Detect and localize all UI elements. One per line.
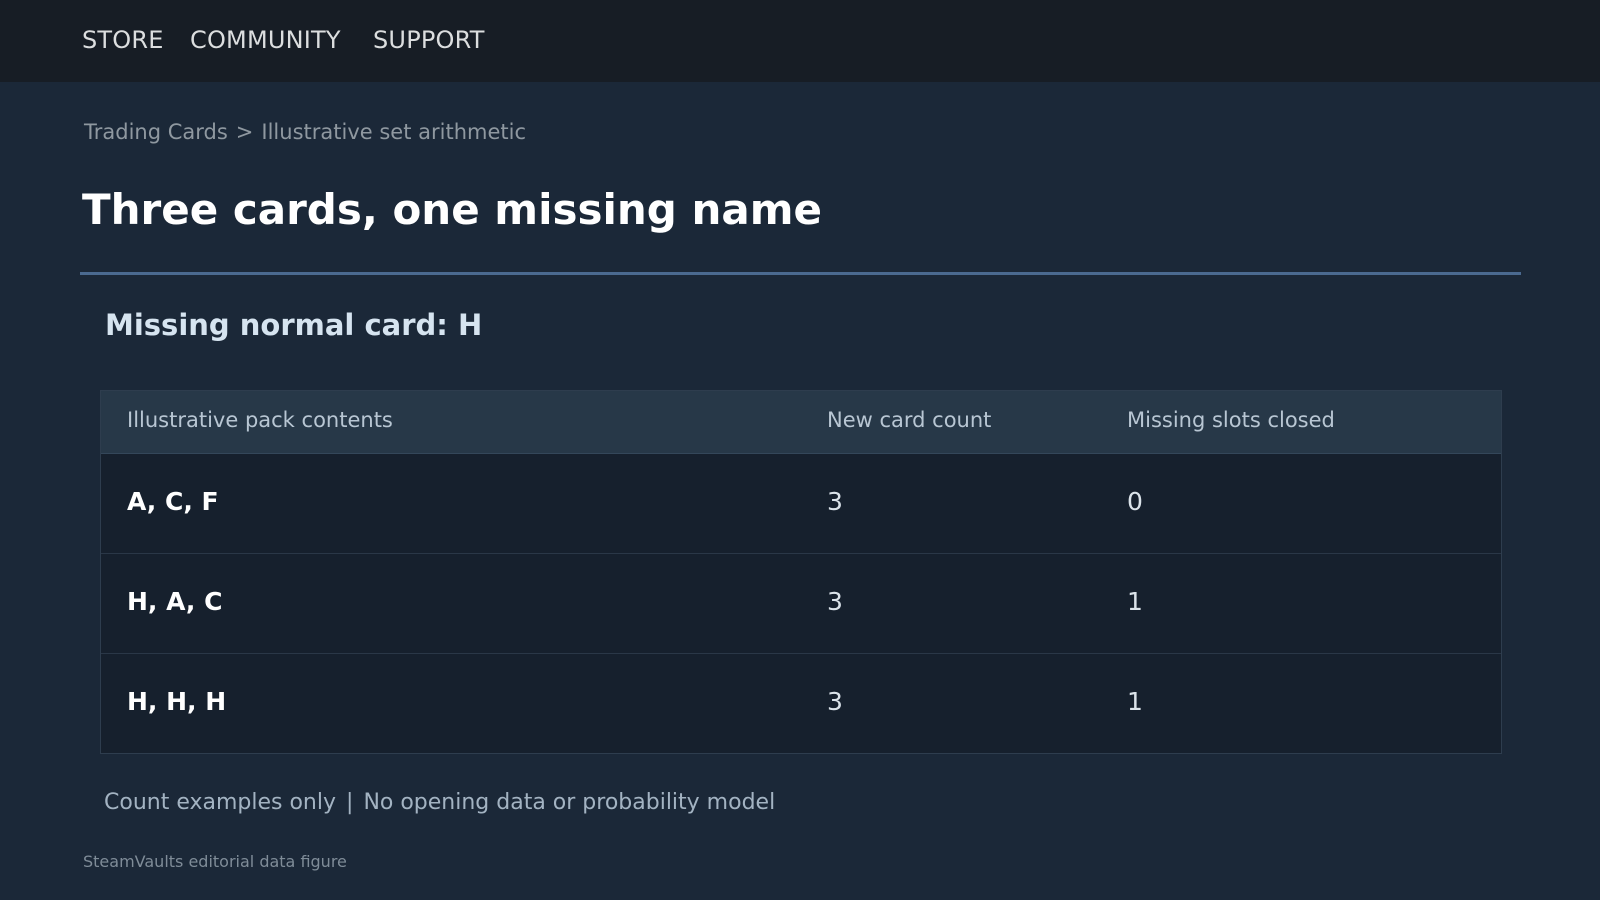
table-row: A, C, F 3 0 xyxy=(101,454,1501,554)
cell-missing-slots-closed: 1 xyxy=(1127,587,1143,616)
footnote: Count examples only | No opening data or p… xyxy=(104,790,775,815)
cell-pack-contents: H, H, H xyxy=(127,687,227,716)
figure-credit: SteamVaults editorial data figure xyxy=(83,852,347,871)
footnote-separator: | xyxy=(346,790,354,815)
cell-missing-slots-closed: 1 xyxy=(1127,687,1143,716)
column-header-missing-slots-closed: Missing slots closed xyxy=(1127,408,1335,432)
column-header-pack-contents: Illustrative pack contents xyxy=(127,408,393,432)
title-divider xyxy=(80,272,1521,275)
cell-pack-contents: H, A, C xyxy=(127,587,223,616)
footnote-left: Count examples only xyxy=(104,790,337,815)
missing-card-heading: Missing normal card: H xyxy=(105,308,483,342)
nav-support-link[interactable]: SUPPORT xyxy=(373,26,485,54)
cell-new-card-count: 3 xyxy=(827,487,843,516)
table-row: H, A, C 3 1 xyxy=(101,554,1501,654)
cell-new-card-count: 3 xyxy=(827,587,843,616)
page-title: Three cards, one missing name xyxy=(82,185,822,234)
breadcrumb-current: Illustrative set arithmetic xyxy=(261,120,526,144)
table-row: H, H, H 3 1 xyxy=(101,654,1501,753)
breadcrumb-trading-cards-link[interactable]: Trading Cards xyxy=(84,120,228,144)
cell-new-card-count: 3 xyxy=(827,687,843,716)
breadcrumb-separator: > xyxy=(235,120,254,144)
column-header-new-card-count: New card count xyxy=(827,408,992,432)
table-header-row: Illustrative pack contents New card coun… xyxy=(101,391,1501,454)
cell-pack-contents: A, C, F xyxy=(127,487,219,516)
nav-store-link[interactable]: STORE xyxy=(82,26,164,54)
top-navigation-bar: STORE COMMUNITY SUPPORT xyxy=(0,0,1600,82)
footnote-right: No opening data or probability model xyxy=(363,790,776,815)
pack-contents-table: Illustrative pack contents New card coun… xyxy=(100,390,1502,754)
nav-community-link[interactable]: COMMUNITY xyxy=(190,26,341,54)
cell-missing-slots-closed: 0 xyxy=(1127,487,1143,516)
breadcrumb: Trading Cards > Illustrative set arithmeti… xyxy=(84,120,526,144)
